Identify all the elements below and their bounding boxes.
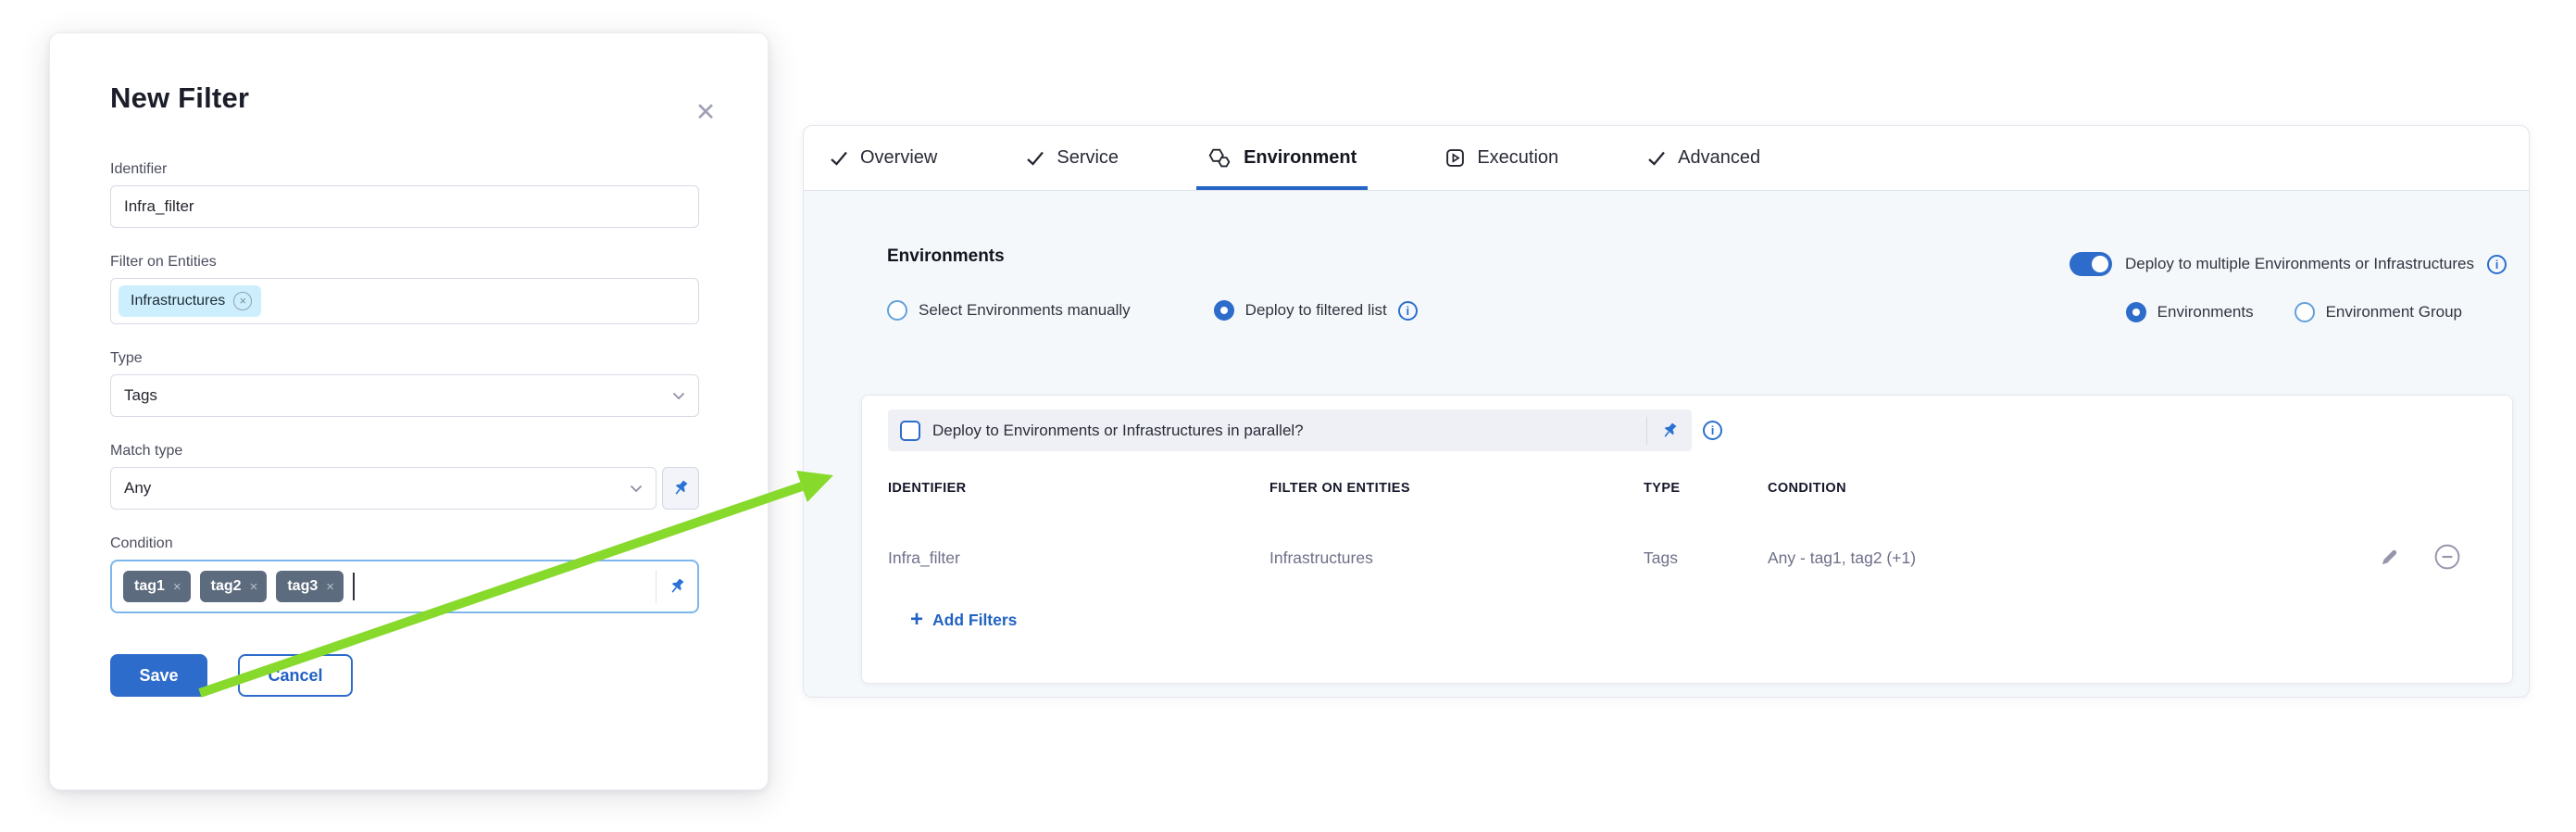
tag-label: tag3 <box>287 578 318 595</box>
edit-filter-button[interactable] <box>2379 546 2401 571</box>
chip-remove-icon[interactable]: × <box>233 292 252 310</box>
radio-label: Environments <box>2157 303 2254 321</box>
tab-label: Overview <box>860 147 937 169</box>
entities-chip: Infrastructures × <box>119 285 261 317</box>
column-header-condition: CONDITION <box>1768 481 1846 496</box>
deploy-to-filtered-list-option[interactable]: Deploy to filtered list i <box>1214 300 1418 321</box>
pin-icon <box>1660 422 1679 440</box>
remove-filter-button[interactable] <box>2434 544 2460 573</box>
add-filters-button[interactable]: + Add Filters <box>910 609 1017 631</box>
dialog-title: New Filter <box>110 82 699 115</box>
environment-tab-content: Environments Select Environments manuall… <box>804 191 2529 697</box>
cancel-button[interactable]: Cancel <box>238 654 353 697</box>
tab-execution[interactable]: Execution <box>1445 126 1558 190</box>
radio-label: Deploy to filtered list <box>1245 301 1387 320</box>
match-type-value: Any <box>124 479 151 498</box>
new-filter-dialog: ✕ New Filter Identifier Infra_filter Fil… <box>49 32 769 790</box>
tab-label: Service <box>1057 147 1119 169</box>
select-environments-manually-option[interactable]: Select Environments manually <box>887 300 1131 321</box>
column-header-identifier: IDENTIFIER <box>888 481 967 496</box>
entities-input[interactable]: Infrastructures × <box>110 278 699 324</box>
match-type-pin-button[interactable] <box>662 467 699 510</box>
environment-icon <box>1207 146 1232 170</box>
radio-selected-icon[interactable] <box>2126 302 2146 322</box>
radio-label: Select Environments manually <box>919 301 1131 320</box>
radio-unselected-icon[interactable] <box>887 300 907 321</box>
chevron-down-icon <box>630 485 643 493</box>
row-condition: Any - tag1, tag2 (+1) <box>1768 548 1916 568</box>
row-identifier: Infra_filter <box>888 548 960 568</box>
type-label: Type <box>110 350 699 367</box>
check-icon <box>1647 149 1666 168</box>
chip-remove-icon[interactable]: × <box>250 579 258 595</box>
add-filters-label: Add Filters <box>932 611 1017 630</box>
radio-selected-icon[interactable] <box>1214 300 1234 321</box>
condition-tags-input[interactable]: tag1 × tag2 × tag3 × <box>110 560 699 613</box>
radio-unselected-icon[interactable] <box>2295 302 2315 322</box>
parallel-option-bar: Deploy to Environments or Infrastructure… <box>888 410 1692 451</box>
info-icon[interactable]: i <box>1703 421 1722 440</box>
tab-environment[interactable]: Environment <box>1207 126 1357 190</box>
tab-overview[interactable]: Overview <box>830 126 937 190</box>
entities-chip-label: Infrastructures <box>131 293 225 309</box>
type-value: Tags <box>124 386 157 405</box>
pin-icon <box>671 479 690 498</box>
environments-option[interactable]: Environments <box>2126 302 2254 322</box>
parallel-checkbox-label: Deploy to Environments or Infrastructure… <box>932 422 1304 440</box>
identifier-value: Infra_filter <box>124 197 194 216</box>
close-icon[interactable]: ✕ <box>690 96 721 128</box>
chevron-down-icon <box>672 392 685 400</box>
filters-card: Deploy to Environments or Infrastructure… <box>861 395 2513 684</box>
execution-icon <box>1445 148 1465 168</box>
check-icon <box>1026 149 1044 168</box>
toggle-label: Deploy to multiple Environments or Infra… <box>2125 255 2474 273</box>
stage-tabs: Overview Service Environment Execution A… <box>804 126 2529 191</box>
chip-remove-icon[interactable]: × <box>326 579 334 595</box>
identifier-label: Identifier <box>110 161 699 178</box>
column-header-type: TYPE <box>1644 481 1680 496</box>
type-select[interactable]: Tags <box>110 374 699 417</box>
parallel-pin-button[interactable] <box>1647 422 1692 440</box>
environment-group-option[interactable]: Environment Group <box>2295 302 2462 322</box>
new-filter-form: Identifier Infra_filter Filter on Entiti… <box>110 161 699 697</box>
column-header-entities: FILTER ON ENTITIES <box>1269 481 1410 496</box>
pin-icon[interactable] <box>668 577 686 596</box>
stage-config-panel: Overview Service Environment Execution A… <box>803 125 2530 698</box>
tab-service[interactable]: Service <box>1026 126 1119 190</box>
condition-tag-chip: tag2 × <box>200 571 268 602</box>
condition-tag-chip: tag3 × <box>276 571 344 602</box>
chip-remove-icon[interactable]: × <box>173 579 181 595</box>
tab-label: Execution <box>1477 147 1558 169</box>
parallel-checkbox[interactable] <box>900 421 920 441</box>
minus-circle-icon <box>2434 544 2460 570</box>
plus-icon: + <box>910 609 923 631</box>
multi-environments-toggle[interactable] <box>2070 252 2112 276</box>
row-entities: Infrastructures <box>1269 548 1373 568</box>
info-icon[interactable]: i <box>2487 255 2507 274</box>
divider <box>656 570 657 603</box>
tab-label: Advanced <box>1678 147 1760 169</box>
condition-tag-chip: tag1 × <box>123 571 191 602</box>
match-type-select[interactable]: Any <box>110 467 657 510</box>
tab-advanced[interactable]: Advanced <box>1647 126 1760 190</box>
pencil-icon <box>2379 546 2401 568</box>
tag-label: tag2 <box>211 578 242 595</box>
row-type: Tags <box>1644 548 1678 568</box>
entities-label: Filter on Entities <box>110 254 699 271</box>
app-page: ✕ New Filter Identifier Infra_filter Fil… <box>0 0 2576 832</box>
tab-label: Environment <box>1244 147 1357 169</box>
save-button[interactable]: Save <box>110 654 207 697</box>
info-icon[interactable]: i <box>1398 301 1418 321</box>
check-icon <box>830 149 848 168</box>
condition-label: Condition <box>110 536 699 552</box>
identifier-input[interactable]: Infra_filter <box>110 185 699 228</box>
radio-label: Environment Group <box>2326 303 2462 321</box>
match-type-label: Match type <box>110 443 699 460</box>
tag-label: tag1 <box>134 578 165 595</box>
environments-heading: Environments <box>887 246 1005 267</box>
text-cursor <box>353 573 355 600</box>
